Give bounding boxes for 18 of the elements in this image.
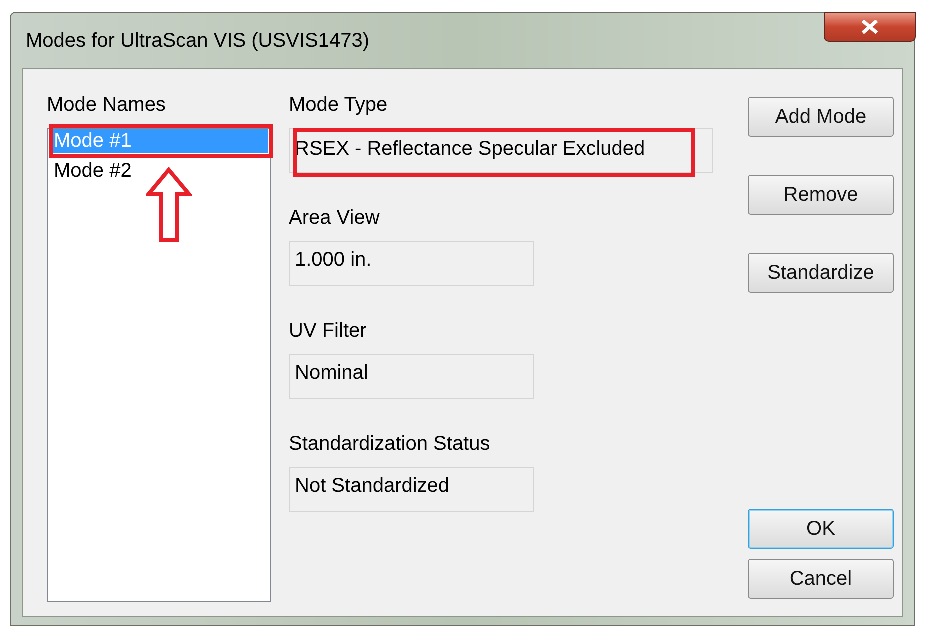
- close-icon: [861, 20, 879, 34]
- readonly-field: Nominal: [289, 354, 534, 399]
- field-label: UV Filter: [289, 319, 368, 344]
- field-label: Standardization Status: [289, 432, 492, 457]
- list-item[interactable]: Mode #2: [50, 159, 136, 183]
- close-button[interactable]: [824, 12, 916, 42]
- mode-type-field: RSEX - Reflectance Specular Excluded: [289, 128, 713, 173]
- dialog-button[interactable]: Cancel: [748, 559, 894, 599]
- readonly-field: Not Standardized: [289, 467, 534, 512]
- dialog-button[interactable]: Remove: [748, 175, 894, 215]
- readonly-field: 1.000 in.: [289, 241, 534, 286]
- dialog-button[interactable]: Add Mode: [748, 97, 894, 137]
- field-label: Area View: [289, 206, 381, 231]
- dialog-button[interactable]: OK: [748, 509, 894, 549]
- list-label: Mode Names: [47, 93, 167, 118]
- window-title: Modes for UltraScan VIS (USVIS1473): [26, 28, 370, 54]
- dialog-button[interactable]: Standardize: [748, 253, 894, 293]
- field-label: Mode Type: [289, 93, 389, 118]
